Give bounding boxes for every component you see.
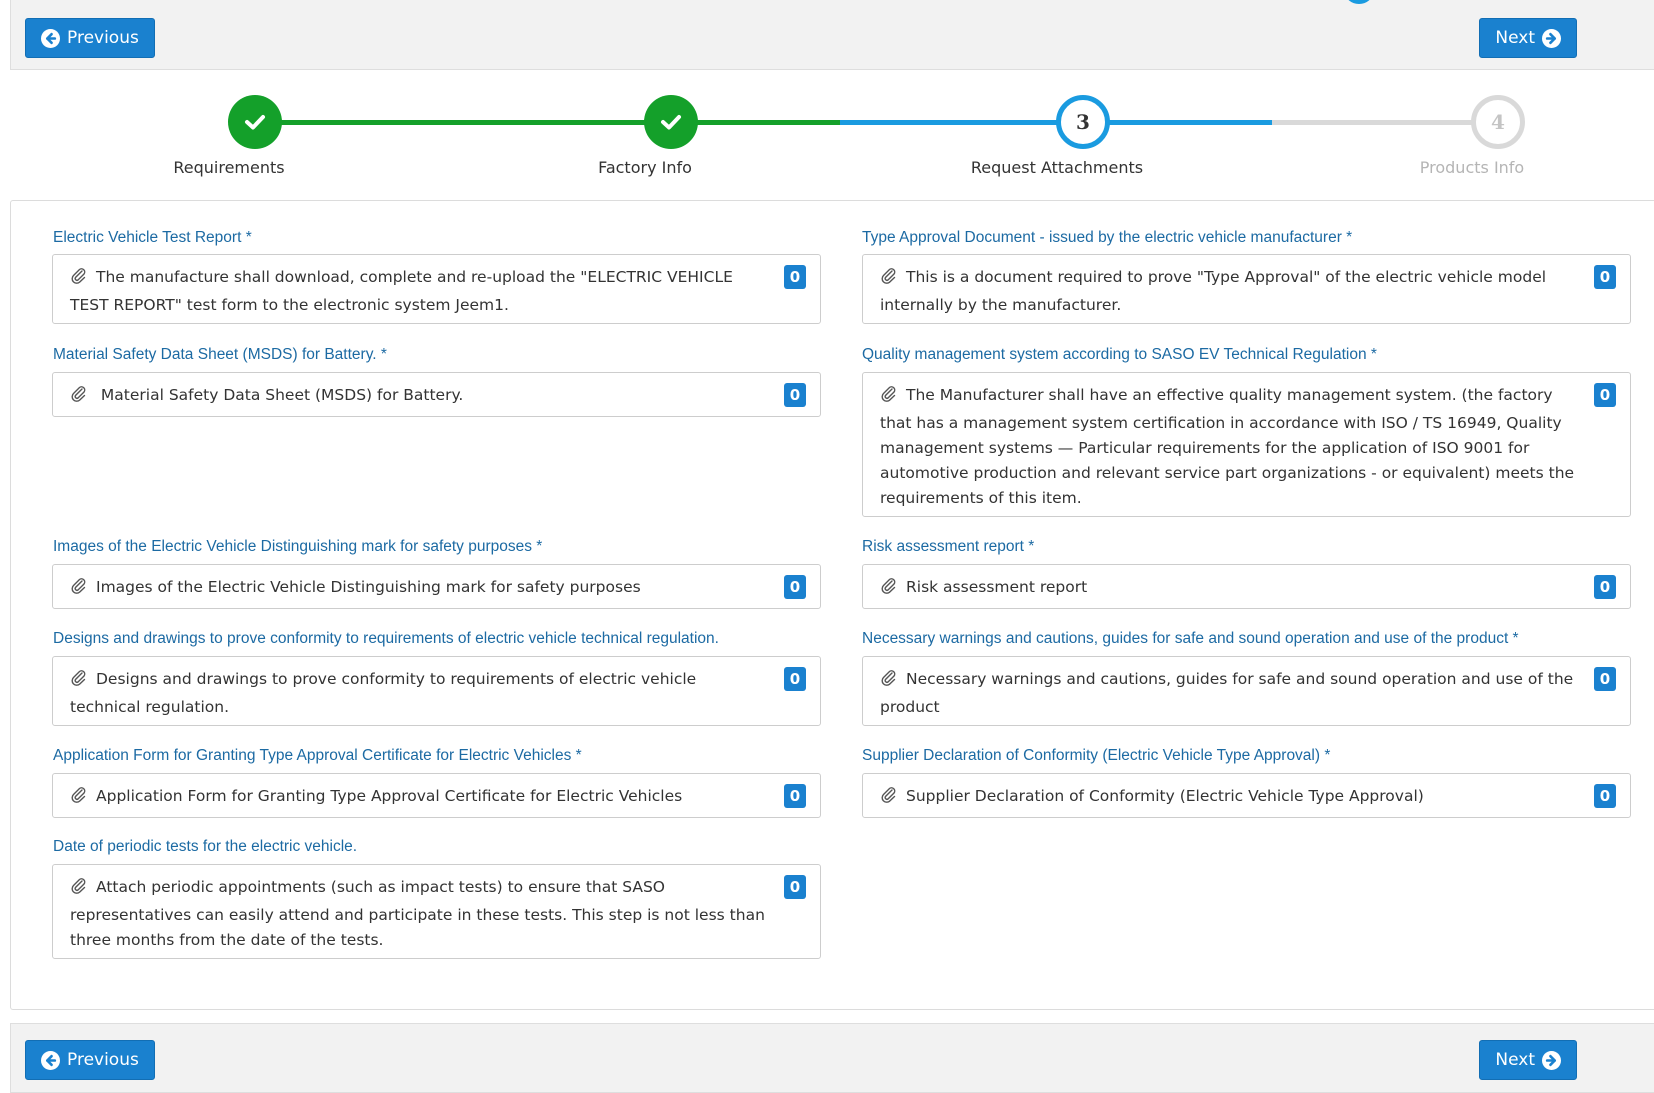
attachment-description: Necessary warnings and cautions, guides … (880, 670, 1574, 716)
attachment-label: Necessary warnings and cautions, guides … (862, 630, 1519, 647)
attachment-label: Supplier Declaration of Conformity (Elec… (862, 747, 1331, 764)
paperclip-icon (880, 577, 900, 603)
attachment-box[interactable]: This is a document required to prove "Ty… (862, 254, 1631, 324)
attachment-box[interactable]: Risk assessment report 0 (862, 564, 1631, 609)
attachment-description: Images of the Electric Vehicle Distingui… (96, 578, 641, 596)
attachment-count-badge: 0 (784, 875, 806, 899)
wizard-stepper: 3 4 Requirements Factory Info Request At… (0, 75, 1654, 185)
arrow-left-circle-icon (41, 1050, 60, 1070)
attachment-description: Risk assessment report (906, 578, 1088, 596)
step-2-circle[interactable] (644, 95, 698, 149)
attachment-description: The Manufacturer shall have an effective… (880, 386, 1575, 507)
check-icon (245, 115, 265, 130)
next-label: Next (1495, 28, 1535, 48)
attachment-description: This is a document required to prove "Ty… (880, 268, 1547, 314)
attachment-box[interactable]: Supplier Declaration of Conformity (Elec… (862, 773, 1631, 818)
attachment-count-badge: 0 (784, 265, 806, 289)
previous-label: Previous (67, 28, 139, 48)
top-navbar: Previous Next (10, 0, 1654, 70)
attachment-label: Designs and drawings to prove conformity… (53, 630, 719, 647)
attachment-label: Electric Vehicle Test Report * (53, 229, 252, 246)
step-2-label: Factory Info (598, 158, 692, 177)
next-label: Next (1495, 1050, 1535, 1070)
progress-line-completed (255, 120, 840, 125)
attachment-description: Attach periodic appointments (such as im… (70, 878, 765, 949)
attachment-description: Application Form for Granting Type Appro… (96, 787, 683, 805)
paperclip-icon (70, 267, 90, 293)
attachment-description: Material Safety Data Sheet (MSDS) for Ba… (96, 386, 464, 404)
paperclip-icon (880, 669, 900, 695)
attachment-box[interactable]: Material Safety Data Sheet (MSDS) for Ba… (52, 372, 821, 417)
step-4-label: Products Info (1419, 158, 1525, 177)
step-3-label: Request Attachments (970, 158, 1144, 177)
attachment-count-badge: 0 (784, 383, 806, 407)
attachment-box[interactable]: Images of the Electric Vehicle Distingui… (52, 564, 821, 609)
attachment-label: Quality management system according to S… (862, 346, 1377, 363)
next-button[interactable]: Next (1479, 1040, 1577, 1080)
progress-line-remaining (1272, 120, 1497, 125)
attachment-count-badge: 0 (784, 667, 806, 691)
arrow-right-circle-icon (1542, 28, 1561, 48)
attachment-count-badge: 0 (784, 784, 806, 808)
paperclip-icon (70, 877, 90, 903)
step-4-number: 4 (1491, 110, 1505, 134)
step-3-circle[interactable]: 3 (1056, 95, 1110, 149)
step-1-label: Requirements (173, 158, 285, 177)
attachment-count-badge: 0 (1594, 784, 1616, 808)
paperclip-icon (880, 385, 900, 411)
attachment-count-badge: 0 (1594, 575, 1616, 599)
previous-button[interactable]: Previous (25, 18, 155, 58)
attachment-description: Supplier Declaration of Conformity (Elec… (906, 787, 1424, 805)
attachment-box[interactable]: The manufacture shall download, complete… (52, 254, 821, 324)
attachment-label: Risk assessment report * (862, 538, 1035, 555)
attachment-box[interactable]: Attach periodic appointments (such as im… (52, 864, 821, 959)
attachment-description: The manufacture shall download, complete… (70, 268, 733, 314)
paperclip-icon (70, 577, 90, 603)
attachment-count-badge: 0 (1594, 383, 1616, 407)
attachment-box[interactable]: The Manufacturer shall have an effective… (862, 372, 1631, 517)
step-4-circle: 4 (1471, 95, 1525, 149)
step-1-circle[interactable] (228, 95, 282, 149)
next-button[interactable]: Next (1479, 18, 1577, 58)
attachment-label: Date of periodic tests for the electric … (53, 838, 358, 855)
paperclip-icon (70, 669, 90, 695)
previous-button[interactable]: Previous (25, 1040, 155, 1080)
attachment-box[interactable]: Designs and drawings to prove conformity… (52, 656, 821, 726)
step-3-number: 3 (1076, 110, 1090, 134)
attachment-label: Application Form for Granting Type Appro… (53, 747, 582, 764)
attachment-label: Images of the Electric Vehicle Distingui… (53, 538, 543, 555)
arrow-left-circle-icon (41, 28, 60, 48)
paperclip-icon (880, 267, 900, 293)
paperclip-icon (70, 786, 90, 812)
attachment-description: Designs and drawings to prove conformity… (70, 670, 697, 716)
attachment-count-badge: 0 (1594, 667, 1616, 691)
paperclip-icon (880, 786, 900, 812)
paperclip-icon (70, 385, 90, 411)
attachment-count-badge: 0 (1594, 265, 1616, 289)
attachment-label: Type Approval Document - issued by the e… (862, 229, 1353, 246)
check-icon (661, 115, 681, 130)
attachment-label: Material Safety Data Sheet (MSDS) for Ba… (53, 346, 387, 363)
attachment-count-badge: 0 (784, 575, 806, 599)
previous-label: Previous (67, 1050, 139, 1070)
attachment-box[interactable]: Application Form for Granting Type Appro… (52, 773, 821, 818)
bottom-navbar: Previous Next (10, 1023, 1654, 1093)
arrow-right-circle-icon (1542, 1050, 1561, 1070)
attachment-box[interactable]: Necessary warnings and cautions, guides … (862, 656, 1631, 726)
